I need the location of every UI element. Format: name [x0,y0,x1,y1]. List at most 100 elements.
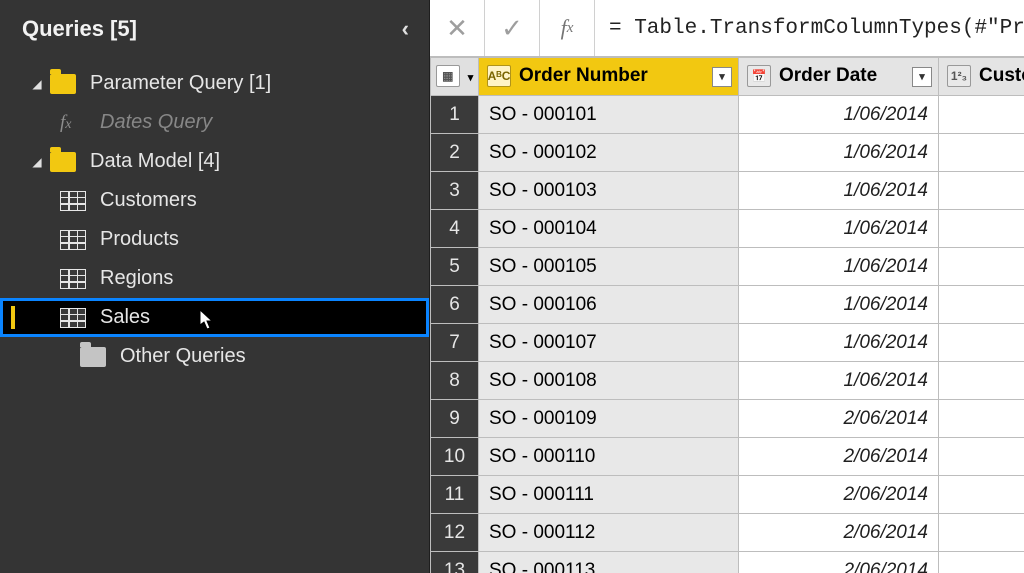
table-row[interactable]: 12SO - 0001122/06/2014 [431,514,1024,552]
row-number[interactable]: 9 [431,400,479,438]
cell-order-date[interactable]: 2/06/2014 [739,514,939,552]
cell-order-number[interactable]: SO - 000105 [479,248,739,286]
row-number[interactable]: 10 [431,438,479,476]
data-grid: ▦▾ AᴮCOrder Number▾ 📅 Order Date ▾ 1²₃Custom… [430,57,1024,573]
cell-order-number[interactable]: SO - 000110 [479,438,739,476]
cell-order-number[interactable]: SO - 000101 [479,96,739,134]
cell-order-date[interactable]: 1/06/2014 [739,210,939,248]
column-type-icon[interactable]: AᴮC [487,65,511,87]
row-number[interactable]: 6 [431,286,479,324]
table-corner-selector[interactable]: ▦▾ [431,58,479,96]
table-row[interactable]: 3SO - 0001031/06/2014 [431,172,1024,210]
row-number[interactable]: 3 [431,172,479,210]
cell-order-date[interactable]: 1/06/2014 [739,134,939,172]
cell-customer[interactable] [939,514,1024,552]
cell-order-number[interactable]: SO - 000103 [479,172,739,210]
cell-order-number[interactable]: SO - 000108 [479,362,739,400]
cell-order-number[interactable]: SO - 000107 [479,324,739,362]
row-number[interactable]: 13 [431,552,479,573]
row-number[interactable]: 7 [431,324,479,362]
row-number[interactable]: 12 [431,514,479,552]
table-row[interactable]: 6SO - 0001061/06/2014 [431,286,1024,324]
cell-customer[interactable] [939,438,1024,476]
column-header-order-number[interactable]: AᴮCOrder Number▾ [479,58,739,96]
cell-customer[interactable] [939,96,1024,134]
cell-order-date[interactable]: 2/06/2014 [739,552,939,573]
row-number[interactable]: 1 [431,96,479,134]
cell-order-number[interactable]: SO - 000109 [479,400,739,438]
column-type-icon[interactable]: 1²₃ [947,65,971,87]
cell-order-number[interactable]: SO - 000104 [479,210,739,248]
row-number[interactable]: 4 [431,210,479,248]
query-node-label: Dates Query [100,111,212,134]
cell-order-date[interactable]: 2/06/2014 [739,438,939,476]
query-node-regions[interactable]: Regions [0,259,429,298]
accept-formula-icon[interactable]: ✓ [485,0,540,56]
cell-order-date[interactable]: 2/06/2014 [739,400,939,438]
cell-customer[interactable] [939,286,1024,324]
column-header-order-date[interactable]: 📅 Order Date ▾ [739,58,939,96]
table-row[interactable]: 11SO - 0001112/06/2014 [431,476,1024,514]
cell-order-number[interactable]: SO - 000112 [479,514,739,552]
row-number[interactable]: 8 [431,362,479,400]
collapse-panel-icon[interactable]: ‹ [402,16,409,42]
cell-customer[interactable] [939,324,1024,362]
column-header-label: Order Date [779,66,877,87]
cell-customer[interactable] [939,172,1024,210]
queries-tree: ◢Parameter Query [1]fxDates Query◢Data M… [0,60,429,376]
table-row[interactable]: 10SO - 0001102/06/2014 [431,438,1024,476]
query-node-data-model-4[interactable]: ◢Data Model [4] [0,142,429,181]
table-icon [60,269,86,289]
cell-order-number[interactable]: SO - 000106 [479,286,739,324]
cell-customer[interactable] [939,552,1024,573]
cell-order-date[interactable]: 2/06/2014 [739,476,939,514]
query-node-parameter-query-1[interactable]: ◢Parameter Query [1] [0,64,429,103]
cell-customer[interactable] [939,476,1024,514]
table-row[interactable]: 7SO - 0001071/06/2014 [431,324,1024,362]
cell-customer[interactable] [939,210,1024,248]
cell-order-date[interactable]: 1/06/2014 [739,248,939,286]
cell-order-date[interactable]: 1/06/2014 [739,362,939,400]
table-row[interactable]: 5SO - 0001051/06/2014 [431,248,1024,286]
table-row[interactable]: 2SO - 0001021/06/2014 [431,134,1024,172]
query-node-sales[interactable]: Sales [0,298,429,337]
row-number[interactable]: 11 [431,476,479,514]
query-node-label: Other Queries [120,345,246,368]
cell-order-number[interactable]: SO - 000113 [479,552,739,573]
query-node-dates-query[interactable]: fxDates Query [0,103,429,142]
formula-bar: ✕ ✓ fx = Table.TransformColumnTypes(#"Pr… [430,0,1024,57]
cancel-formula-icon[interactable]: ✕ [430,0,485,56]
expand-arrow-icon[interactable]: ◢ [30,155,44,169]
row-number[interactable]: 5 [431,248,479,286]
query-node-other-queries[interactable]: Other Queries [0,337,429,376]
cell-customer[interactable] [939,248,1024,286]
cell-customer[interactable] [939,134,1024,172]
cell-order-date[interactable]: 1/06/2014 [739,324,939,362]
expand-arrow-icon[interactable] [60,350,74,364]
cell-order-date[interactable]: 1/06/2014 [739,286,939,324]
cell-order-number[interactable]: SO - 000111 [479,476,739,514]
column-filter-dropdown-icon[interactable]: ▾ [912,67,932,87]
query-node-products[interactable]: Products [0,220,429,259]
column-filter-dropdown-icon[interactable]: ▾ [712,67,732,87]
cell-order-number[interactable]: SO - 000102 [479,134,739,172]
table-row[interactable]: 1SO - 0001011/06/2014 [431,96,1024,134]
folder-icon [50,152,76,172]
cell-customer[interactable] [939,400,1024,438]
cell-order-date[interactable]: 1/06/2014 [739,96,939,134]
cell-order-date[interactable]: 1/06/2014 [739,172,939,210]
formula-input[interactable]: = Table.TransformColumnTypes(#"Pro [595,17,1024,40]
query-node-customers[interactable]: Customers [0,181,429,220]
cell-customer[interactable] [939,362,1024,400]
column-type-icon[interactable]: 📅 [747,65,771,87]
column-header-custome[interactable]: 1²₃Custome▾ [939,58,1024,96]
table-row[interactable]: 4SO - 0001041/06/2014 [431,210,1024,248]
fx-icon[interactable]: fx [540,0,595,56]
expand-arrow-icon[interactable]: ◢ [30,77,44,91]
table-row[interactable]: 13SO - 0001132/06/2014 [431,552,1024,573]
table-row[interactable]: 9SO - 0001092/06/2014 [431,400,1024,438]
app-root: Queries [5] ‹ ◢Parameter Query [1]fxDate… [0,0,1024,573]
table-row[interactable]: 8SO - 0001081/06/2014 [431,362,1024,400]
row-number[interactable]: 2 [431,134,479,172]
query-node-label: Regions [100,267,173,290]
